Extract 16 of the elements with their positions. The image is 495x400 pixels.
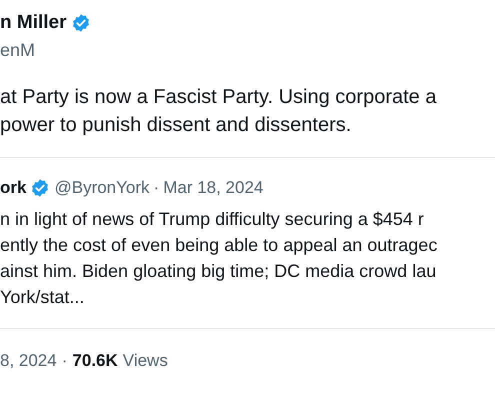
separator-dot: ·: [154, 178, 160, 198]
quoted-author-handle[interactable]: @ByronYork: [54, 178, 150, 198]
tweet-text-line: power to punish dissent and dissenters.: [0, 113, 352, 138]
quoted-text-line: n in light of news of Trump difficulty securing a $454 r: [0, 208, 424, 231]
quoted-text-line: ently the cost of even being able to appeal an outragec: [0, 234, 438, 257]
separator-dot: ·: [62, 351, 68, 371]
author-handle[interactable]: enM: [0, 40, 495, 61]
quoted-text-line: York/stat...: [0, 286, 84, 309]
quoted-text-line: ainst him. Biden gloating big time; DC media crowd lau: [0, 260, 436, 283]
post-date[interactable]: 8, 2024: [0, 351, 57, 371]
views-count: 70.6K: [72, 351, 118, 371]
quoted-date[interactable]: Mar 18, 2024: [163, 178, 264, 198]
author-name[interactable]: n Miller: [0, 12, 67, 34]
views-label: Views: [122, 351, 168, 371]
tweet-text-line: at Party is now a Fascist Party. Using corporate a: [0, 85, 436, 110]
quoted-author-name[interactable]: ork: [0, 178, 26, 198]
